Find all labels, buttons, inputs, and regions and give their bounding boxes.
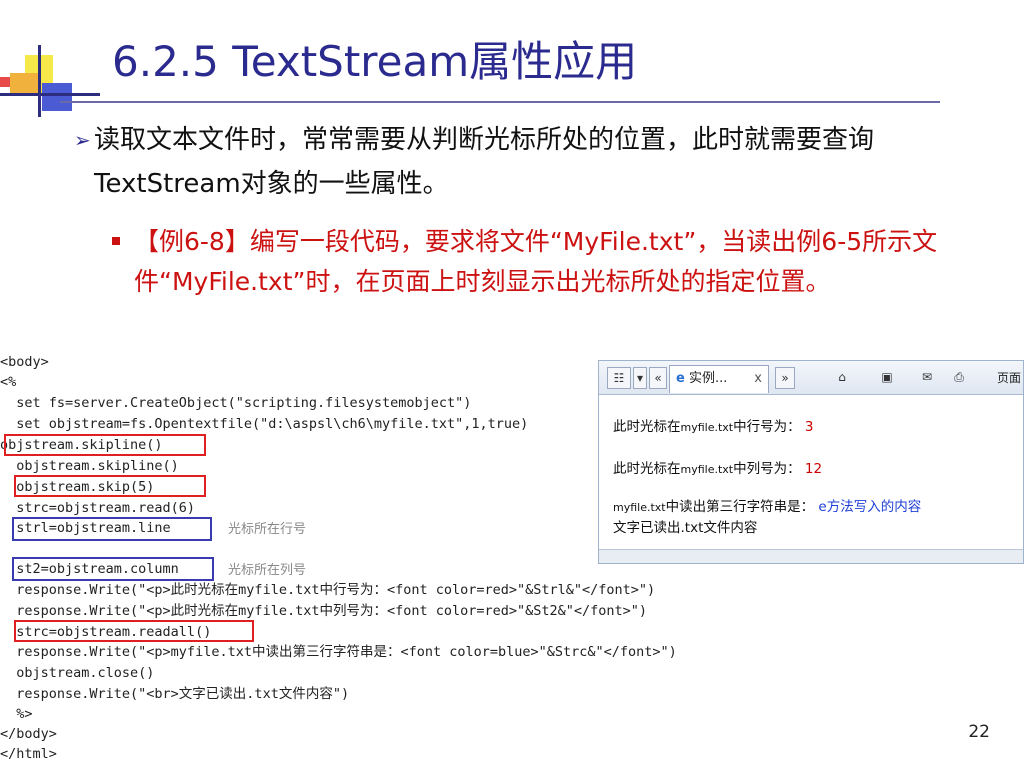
title-divider: [60, 101, 940, 103]
bullet-main: ➢ 读取文本文件时，常常需要从判断光标所处的位置，此时就需要查询TextStre…: [74, 118, 1004, 206]
ie-logo-icon: e: [676, 371, 685, 386]
code-line: response.Write("<p>此时光标在myfile.txt中行号为：<…: [0, 582, 656, 598]
more-tabs-icon[interactable]: »: [775, 367, 795, 389]
result-file: myfile.txt: [680, 421, 734, 434]
result-text: 中行号为：: [733, 419, 801, 435]
result-file: myfile.txt: [613, 501, 666, 514]
highlight-readall-box: [14, 620, 254, 642]
code-line: response.Write("<br>文字已读出.txt文件内容"): [0, 686, 350, 702]
code-line: response.Write("<p>myfile.txt中读出第三行字符串是：…: [0, 644, 677, 660]
code-line: </body>: [0, 726, 57, 742]
code-line: set objstream=fs.Opentextfile("d:\aspsl\…: [0, 416, 529, 432]
browser-tab[interactable]: e 实例... x: [669, 365, 769, 393]
grid-view-icon[interactable]: ☷: [607, 367, 631, 389]
code-line: response.Write("<p>此时光标在myfile.txt中列号为：<…: [0, 603, 648, 619]
slide-title: 6.2.5 TextStream属性应用: [112, 37, 638, 86]
result-text: 此时光标在: [613, 461, 681, 477]
code-line: %>: [0, 706, 33, 722]
code-line: </html>: [0, 746, 57, 762]
result-column-value: 12: [804, 461, 823, 477]
result-string-row: myfile.txt中读出第三行字符串是： e方法写入的内容: [613, 495, 921, 515]
slide-logo: [0, 45, 100, 120]
code-comment-line: 光标所在行号: [228, 522, 307, 537]
code-line: <%: [0, 374, 17, 390]
page-menu[interactable]: 页面: [997, 369, 1021, 386]
code-line: set fs=server.CreateObject("scripting.fi…: [0, 395, 472, 411]
highlight-line-box: [12, 517, 212, 541]
code-line: objstream.skipline(): [0, 458, 179, 474]
result-file: myfile.txt: [680, 463, 734, 476]
back-tabs-icon[interactable]: «: [649, 367, 667, 389]
result-line-value: 3: [804, 419, 814, 435]
code-line: strc=objstream.read(6): [0, 500, 196, 516]
page-number: 22: [968, 722, 990, 742]
bullet-main-text: 读取文本文件时，常常需要从判断光标所处的位置，此时就需要查询TextStream…: [94, 125, 875, 199]
browser-result-window: ☷ ▾ « e 实例... x » ⌂ ▣ ✉ ⎙ 页面 此时光标在myfile…: [598, 360, 1024, 564]
mail-icon[interactable]: ✉: [917, 367, 937, 389]
chevron-down-icon[interactable]: ▾: [633, 367, 647, 389]
result-string-value: e方法写入的内容: [818, 499, 922, 515]
code-comment-column: 光标所在列号: [228, 563, 307, 578]
arrow-bullet-icon: ➢: [74, 128, 91, 152]
browser-statusbar: [599, 549, 1023, 563]
result-text: 中列号为：: [733, 461, 801, 477]
square-bullet-icon: [112, 237, 120, 245]
result-text: 此时光标在: [613, 419, 681, 435]
print-icon[interactable]: ⎙: [947, 367, 971, 389]
browser-toolbar: ☷ ▾ « e 实例... x » ⌂ ▣ ✉ ⎙ 页面: [599, 361, 1023, 395]
code-line: <body>: [0, 354, 49, 370]
home-icon[interactable]: ⌂: [829, 367, 855, 389]
tab-title: 实例...: [688, 371, 728, 386]
bullet-example: 【例6-8】编写一段代码，要求将文件“MyFile.txt”，当读出例6-5所示…: [112, 222, 962, 302]
code-line: objstream.close(): [0, 665, 155, 681]
result-line-row: 此时光标在myfile.txt中行号为： 3: [613, 415, 814, 435]
result-done-row: 文字已读出.txt文件内容: [613, 520, 758, 536]
result-text: 中读出第三行字符串是：: [665, 499, 815, 515]
highlight-skipline-box: [4, 434, 206, 456]
result-column-row: 此时光标在myfile.txt中列号为： 12: [613, 457, 822, 477]
feeds-icon[interactable]: ▣: [875, 367, 899, 389]
bullet-example-text: 【例6-8】编写一段代码，要求将文件“MyFile.txt”，当读出例6-5所示…: [134, 227, 938, 296]
close-tab-icon[interactable]: x: [754, 366, 762, 392]
code-listing: <body> <% set fs=server.CreateObject("sc…: [0, 352, 677, 766]
highlight-skip-box: [14, 475, 206, 497]
highlight-column-box: [12, 557, 214, 581]
